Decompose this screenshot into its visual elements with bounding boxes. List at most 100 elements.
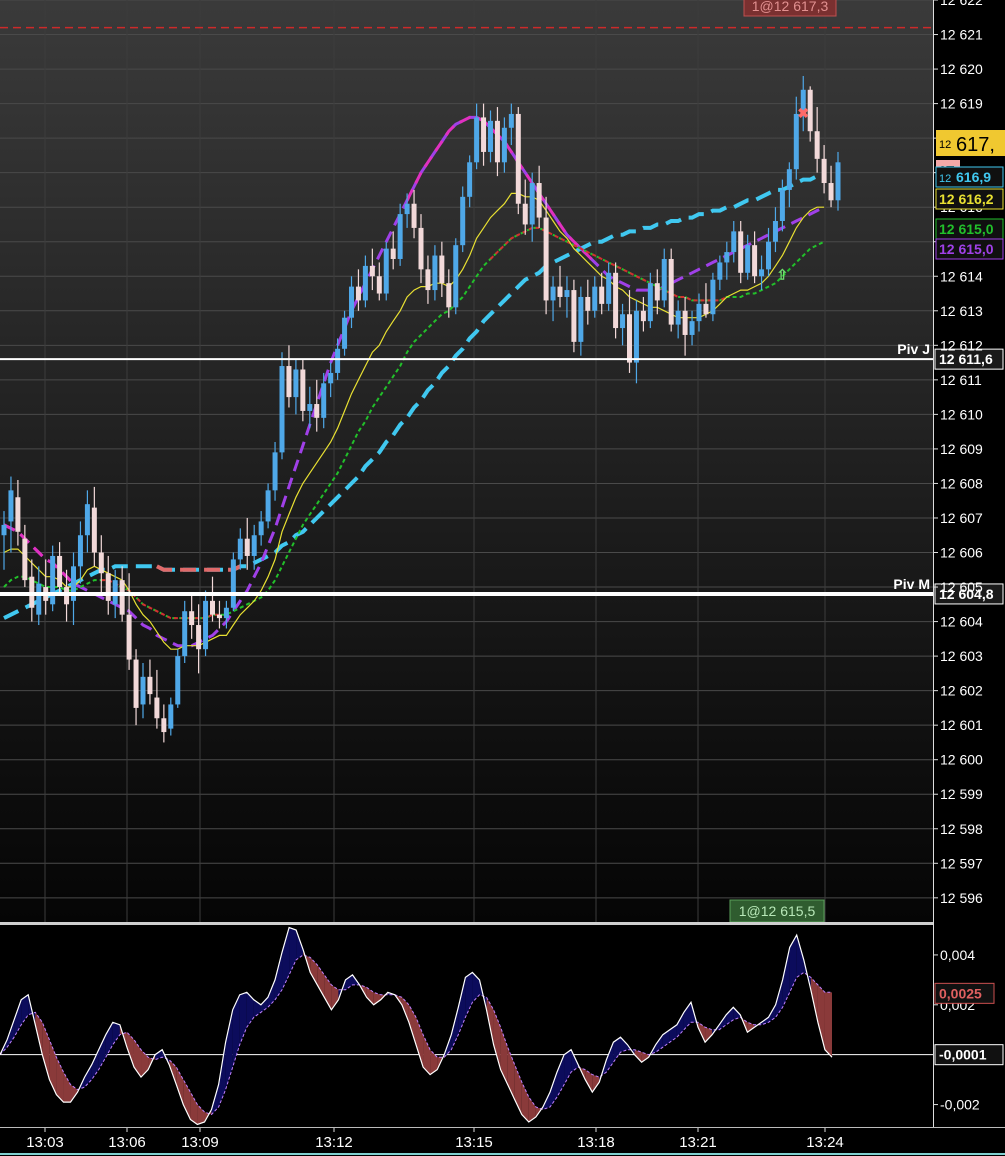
y-tick-label: 12 608 xyxy=(940,475,983,491)
candle-body xyxy=(501,127,507,163)
candle-body xyxy=(140,676,146,705)
candle-body xyxy=(383,248,389,294)
candle-body xyxy=(745,245,751,273)
order-label-top-text: 1@12 617,3 xyxy=(752,0,829,14)
candle-body xyxy=(710,279,716,315)
y-tick-label: 12 613 xyxy=(940,303,983,319)
candle-body xyxy=(821,158,827,184)
candle-body xyxy=(578,296,584,342)
price-tag-value: 617, xyxy=(956,134,995,156)
candle-body xyxy=(119,580,125,615)
sell-marker-icon: ✖ xyxy=(797,105,809,121)
y-tick-label: 12 609 xyxy=(940,441,983,457)
y-tick-label: 12 622 xyxy=(940,0,983,8)
candle-body xyxy=(536,183,542,218)
candle-body xyxy=(189,611,195,626)
y-tick-label: 12 612 xyxy=(940,337,983,353)
candle-body xyxy=(467,162,473,197)
candle-body xyxy=(342,317,348,349)
candle-body xyxy=(779,189,785,222)
order-label-top: 1@12 617,3 xyxy=(743,0,837,17)
candle-body xyxy=(592,286,598,311)
candle-body xyxy=(265,490,271,522)
x-tick-label: 13:09 xyxy=(181,1134,219,1151)
candle-body xyxy=(418,227,424,270)
candle-body xyxy=(321,383,327,418)
candle-body xyxy=(1,524,7,536)
price-tag-prefix: 12 xyxy=(939,139,951,151)
candle-body xyxy=(411,203,417,228)
candle-body xyxy=(529,183,535,225)
candle-body xyxy=(251,535,257,556)
candle-body xyxy=(835,162,841,201)
y-tick-label: 12 605 xyxy=(940,579,983,595)
time-axis: 13:03 13:06 13:09 13:12 13:15 13:18 13:21 13:24 xyxy=(26,1127,844,1151)
candle-body xyxy=(696,303,702,322)
candle-body xyxy=(244,538,250,556)
candle-body xyxy=(543,217,549,301)
candle-body xyxy=(759,269,765,277)
candle-body xyxy=(460,196,466,246)
y-tick-label: 12 607 xyxy=(940,510,983,526)
candle-body xyxy=(647,283,653,322)
osc-current-label: 0,0025 xyxy=(939,985,982,1001)
candle-body xyxy=(272,452,278,491)
candle-body xyxy=(22,538,28,581)
order-label-bottom: 1@12 615,5 xyxy=(729,899,825,923)
candle-body xyxy=(640,310,646,322)
y-tick-label: 12 604 xyxy=(940,614,983,630)
candle-body xyxy=(564,290,570,297)
y-tick-label: 12 598 xyxy=(940,821,983,837)
x-tick-label: 13:06 xyxy=(108,1134,146,1151)
candle-body xyxy=(738,231,744,273)
candle-body xyxy=(550,286,556,301)
buy-marker-icon: ⇧ xyxy=(777,266,789,282)
trading-chart: ✖⇧ Piv J12 611,6Piv M12 604,8 12 62212 6… xyxy=(0,0,1005,1156)
candle-body xyxy=(439,255,445,284)
candle-body xyxy=(15,497,21,532)
candle-body xyxy=(57,555,63,588)
candle-body xyxy=(210,600,215,615)
candle-body xyxy=(453,245,459,308)
candle-body xyxy=(154,697,160,719)
candle-body xyxy=(279,366,285,453)
candle-body xyxy=(147,676,153,695)
candle-body xyxy=(481,117,487,152)
x-tick-label: 13:12 xyxy=(315,1134,353,1151)
candle-body xyxy=(494,120,500,163)
candle-body xyxy=(314,404,320,418)
candle-body xyxy=(293,369,299,398)
y-tick-label: 12 602 xyxy=(940,683,983,699)
candle-body xyxy=(36,583,42,615)
pivot-label: Piv M xyxy=(893,576,930,592)
y-tick-label: 12 599 xyxy=(940,786,983,802)
candle-body xyxy=(724,252,730,263)
candle-body xyxy=(369,265,375,277)
candle-body xyxy=(620,314,626,329)
candle-body xyxy=(133,659,139,708)
candle-body xyxy=(216,614,222,619)
candle-body xyxy=(91,507,97,553)
y-tick-label: 12 606 xyxy=(940,545,983,561)
candle-body xyxy=(599,286,605,304)
candle-body xyxy=(390,248,396,259)
candle-body xyxy=(84,504,90,536)
candle-body xyxy=(196,625,202,650)
candle-body xyxy=(585,296,591,311)
candle-body xyxy=(703,303,709,315)
x-tick-label: 13:21 xyxy=(679,1134,717,1151)
pivot-label: Piv J xyxy=(897,341,930,357)
order-label-bottom-text: 1@12 615,5 xyxy=(739,903,816,919)
x-tick-label: 13:03 xyxy=(26,1134,64,1151)
candle-body xyxy=(328,372,334,384)
osc-zero-label: -0,0001 xyxy=(939,1047,987,1063)
candle-body xyxy=(627,314,632,363)
candle-body xyxy=(126,614,132,660)
y-tick-label: 12 619 xyxy=(940,96,983,112)
y-tick-label: 12 620 xyxy=(940,61,983,77)
candle-body xyxy=(508,113,514,128)
candle-body xyxy=(362,265,368,301)
pivot-value: 12 611,6 xyxy=(939,351,993,367)
candle-body xyxy=(682,310,688,335)
candle-body xyxy=(828,183,834,201)
